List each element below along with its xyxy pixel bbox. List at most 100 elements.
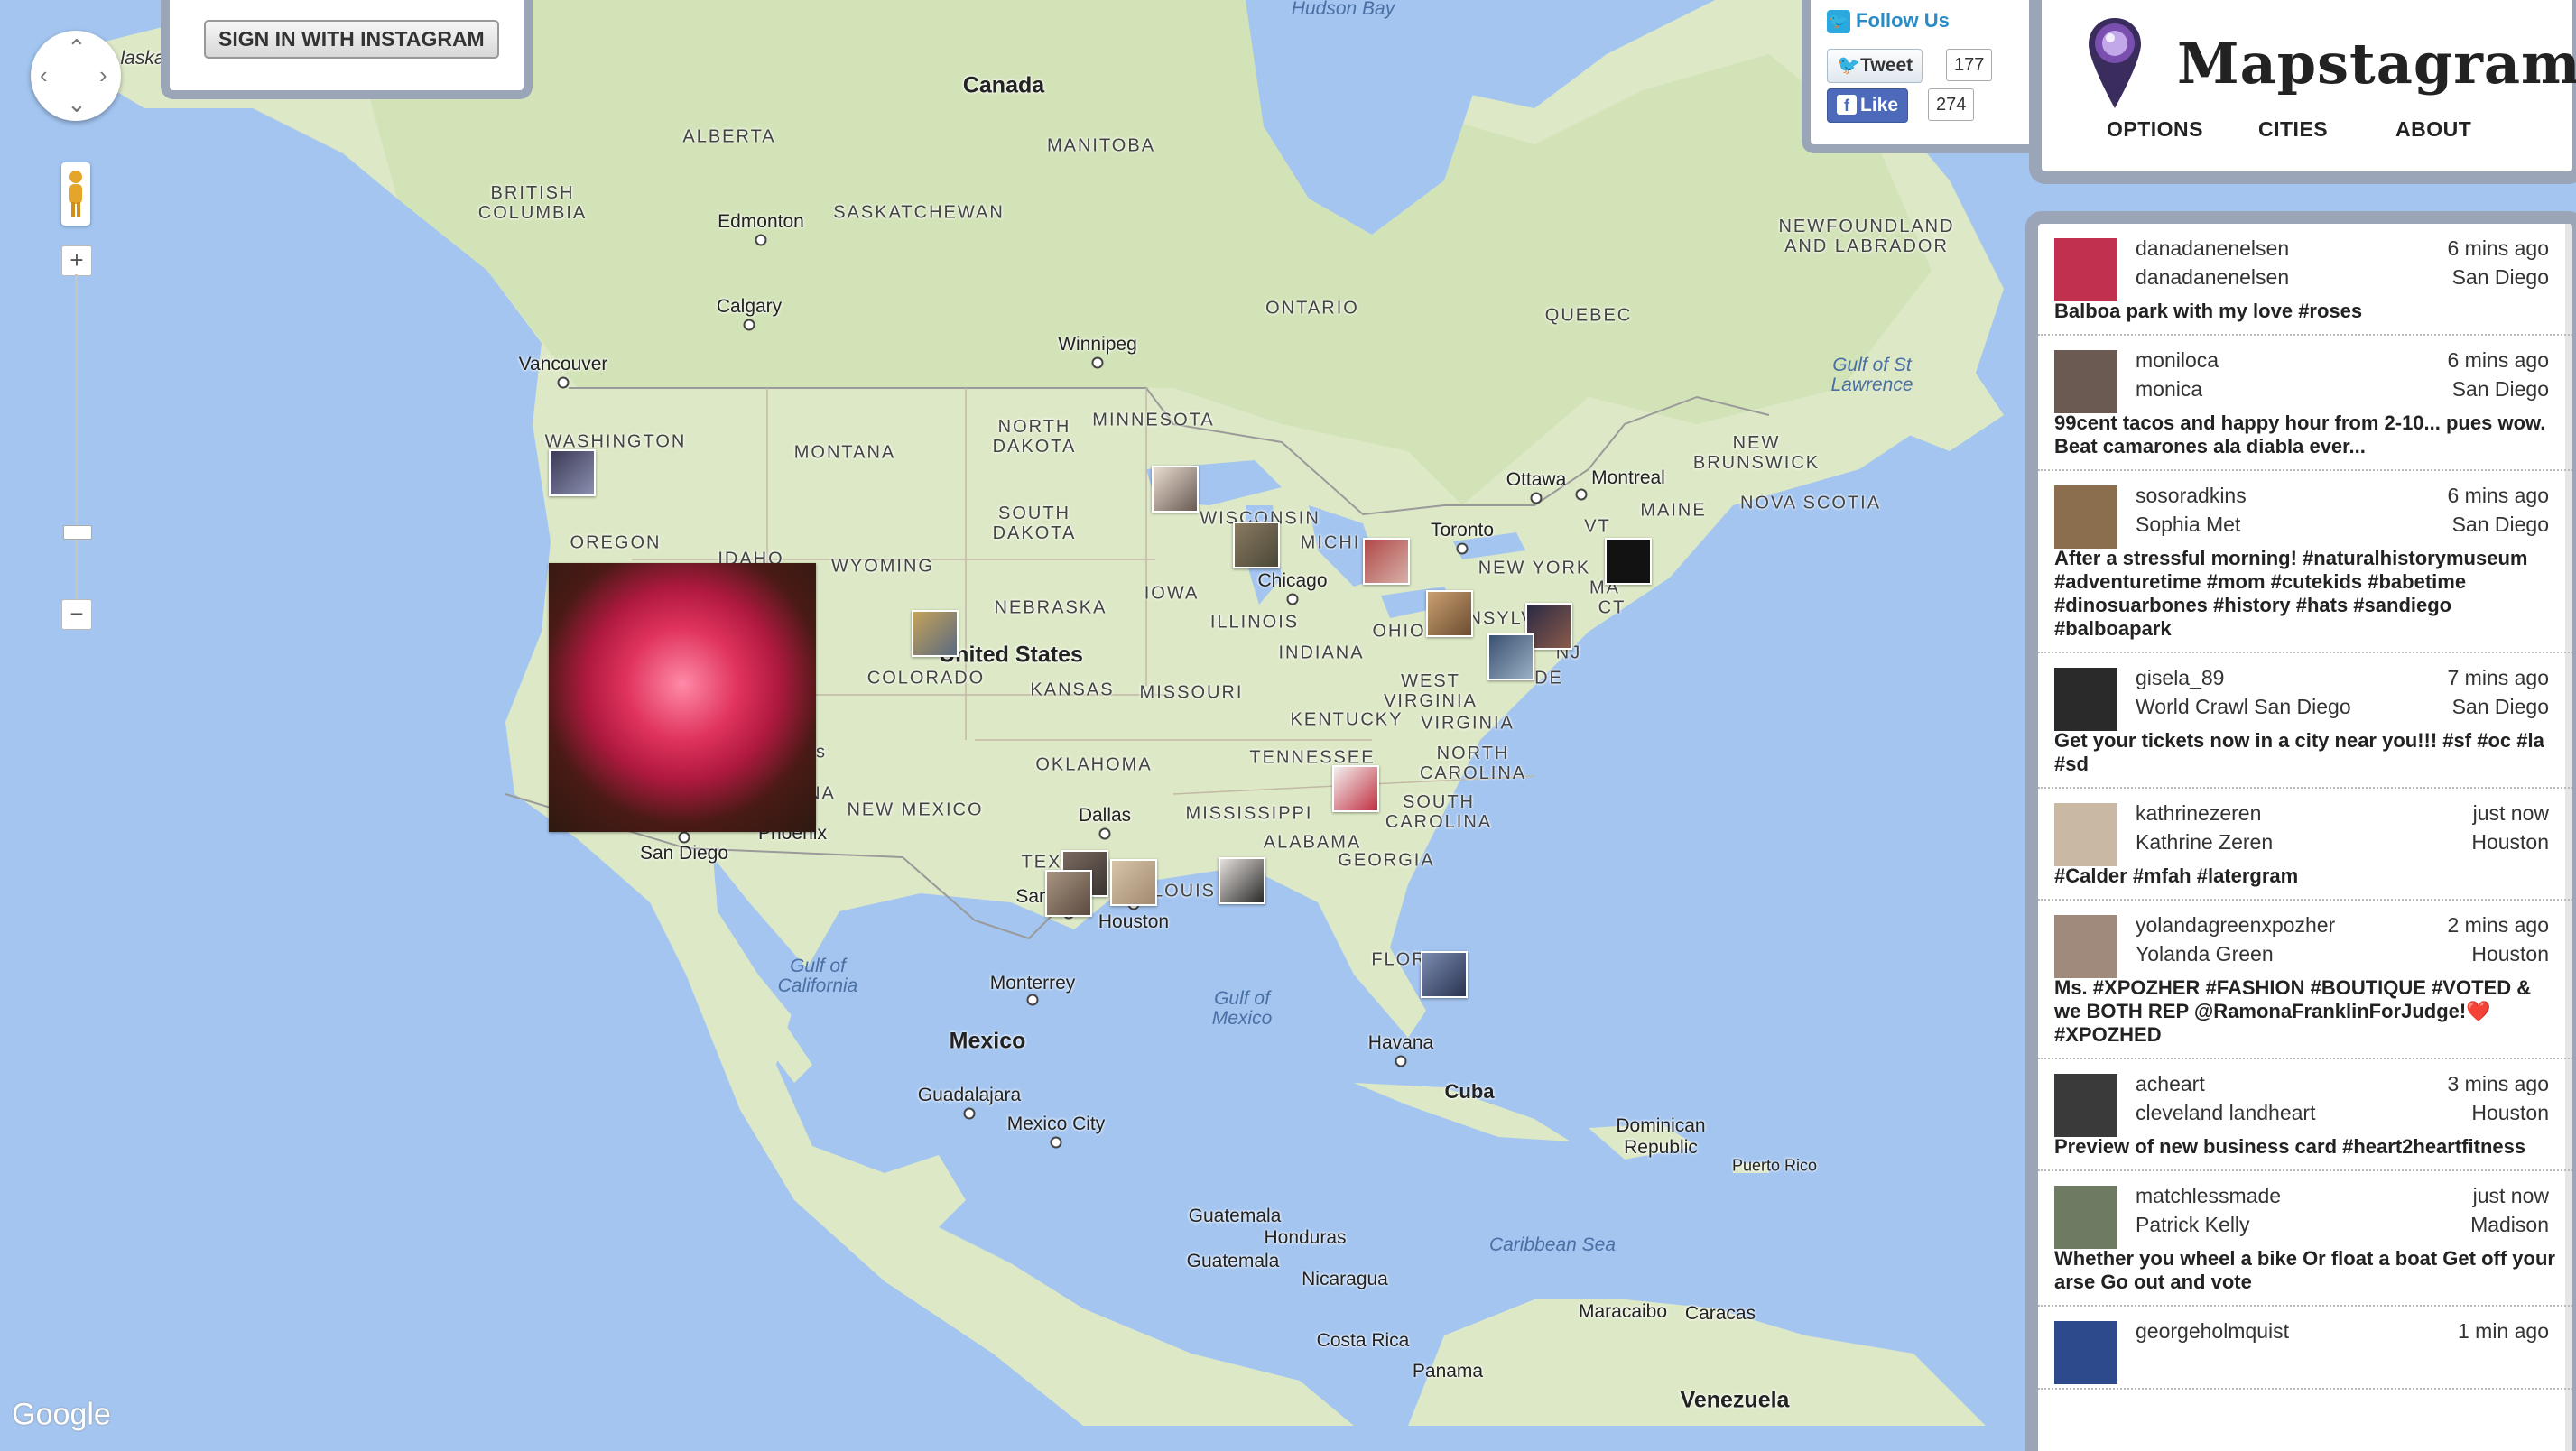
feed-caption: Preview of new business card #heart2hear… [2054, 1135, 2526, 1158]
photo-marker-enlarged[interactable] [549, 563, 816, 832]
city-caracas: Caracas [1684, 1303, 1756, 1324]
nav-cities[interactable]: CITIES [2258, 117, 2328, 142]
city-dot [1050, 1136, 1062, 1149]
zoom-slider-track[interactable] [75, 274, 78, 608]
feed-item[interactable]: georgeholmquist 1 min ago [2038, 1307, 2572, 1390]
zoom-out-button[interactable]: − [61, 599, 92, 630]
label-oklahoma: OKLAHOMA [1035, 754, 1153, 775]
photo-marker[interactable] [1110, 859, 1157, 906]
map-pin-logo-icon [2089, 18, 2141, 108]
label-new-brunswick: NEW BRUNSWICK [1692, 433, 1821, 473]
zoom-slider-thumb[interactable] [63, 525, 92, 540]
label-colorado: COLORADO [866, 668, 986, 689]
like-button[interactable]: f Like [1827, 88, 1909, 123]
label-united-states: United States [939, 642, 1083, 668]
nav-about[interactable]: ABOUT [2395, 117, 2471, 142]
feed-item[interactable]: acheart 3 mins ago cleveland landheart Hous… [2038, 1059, 2572, 1171]
label-oregon: OREGON [570, 532, 662, 553]
photo-marker[interactable] [1605, 538, 1652, 585]
feed-item[interactable]: danadanenelsen 6 mins ago danadanenelsen Sa… [2038, 224, 2572, 336]
feed-city: Madison [2470, 1213, 2549, 1236]
pan-control[interactable]: ⌃ ⌄ ‹ › [31, 31, 121, 121]
feed-city: San Diego [2451, 695, 2549, 718]
photo-marker[interactable] [912, 610, 959, 657]
feed-caption: #Calder #mfah #latergram [2054, 864, 2299, 887]
city-dot [1091, 356, 1104, 369]
sign-in-instagram-button[interactable]: SIGN IN WITH INSTAGRAM [204, 20, 499, 59]
label-nova-scotia: NOVA SCOTIA [1739, 493, 1882, 513]
photo-marker[interactable] [1363, 538, 1410, 585]
app-title: Mapstagram [2177, 31, 2576, 97]
street-view-pegman[interactable] [61, 162, 90, 226]
feed-item[interactable]: moniloca 6 mins ago monica San Diego 99cent … [2038, 336, 2572, 471]
feed-username[interactable]: matchlessmade [2136, 1184, 2281, 1207]
feed-fullname: Kathrine Zeren [2136, 830, 2274, 854]
feed-time: just now [2472, 1184, 2549, 1207]
photo-marker[interactable] [1045, 870, 1092, 917]
photo-marker[interactable] [1219, 857, 1265, 904]
follow-us-label: Follow Us [1856, 9, 1950, 32]
photo-marker[interactable] [1421, 951, 1468, 998]
photo-marker[interactable] [1487, 633, 1534, 680]
zoom-in-button[interactable]: + [61, 245, 92, 276]
city-vancouver: Vancouver [518, 354, 608, 374]
feed-username[interactable]: gisela_89 [2136, 666, 2224, 689]
photo-marker[interactable] [1233, 522, 1280, 568]
feed-item[interactable]: kathrinezeren just now Kathrine Zeren Houst… [2038, 789, 2572, 901]
photo-marker[interactable] [549, 449, 596, 496]
avatar[interactable] [2054, 803, 2117, 866]
follow-us-link[interactable]: 🐦 Follow Us [1827, 9, 1950, 34]
google-attribution: Google [12, 1397, 111, 1432]
feed-username[interactable]: georgeholmquist [2136, 1319, 2289, 1343]
label-s-fragment: s [816, 742, 827, 762]
avatar[interactable] [2054, 1186, 2117, 1249]
photo-marker[interactable] [1426, 590, 1473, 637]
feed-username[interactable]: moniloca [2136, 348, 2219, 372]
city-dot [755, 234, 767, 246]
label-hudson-bay: Hudson Bay [1291, 0, 1395, 19]
label-north-dakota: NORTH DAKOTA [992, 417, 1077, 457]
feed-item[interactable]: gisela_89 7 mins ago World Crawl San Diego… [2038, 653, 2572, 789]
avatar[interactable] [2054, 1074, 2117, 1137]
feed-fullname: monica [2136, 377, 2203, 401]
facebook-icon: f [1837, 95, 1857, 115]
city-dot [1395, 1055, 1407, 1067]
feed-item[interactable]: sosoradkins 6 mins ago Sophia Met San Diego… [2038, 471, 2572, 653]
photo-feed[interactable]: danadanenelsen 6 mins ago danadanenelsen Sa… [2025, 211, 2576, 1451]
feed-item[interactable]: yolandagreenxpozher 2 mins ago Yolanda Gre… [2038, 901, 2572, 1059]
feed-username[interactable]: sosoradkins [2136, 484, 2247, 507]
city-dallas: Dallas [1078, 805, 1132, 826]
feed-username[interactable]: acheart [2136, 1072, 2205, 1095]
feed-username[interactable]: yolandagreenxpozher [2136, 913, 2335, 937]
avatar[interactable] [2054, 238, 2117, 301]
city-houston: Houston [1098, 911, 1170, 932]
label-kansas: KANSAS [1030, 679, 1115, 700]
label-new-mexico: NEW MEXICO [847, 799, 984, 820]
pan-right-icon[interactable]: › [99, 63, 107, 87]
nav-options[interactable]: OPTIONS [2107, 117, 2203, 142]
feed-username[interactable]: kathrinezeren [2136, 801, 2261, 825]
photo-marker[interactable] [1332, 765, 1379, 812]
label-ohio: OHIO [1372, 621, 1426, 642]
avatar[interactable] [2054, 1321, 2117, 1384]
avatar[interactable] [2054, 668, 2117, 731]
avatar[interactable] [2054, 485, 2117, 549]
pan-down-icon[interactable]: ⌄ [67, 92, 87, 116]
pan-up-icon[interactable]: ⌃ [67, 36, 87, 60]
feed-fullname: Sophia Met [2136, 513, 2241, 536]
city-havana: Havana [1367, 1032, 1434, 1053]
social-panel: 🐦 Follow Us 🐦Tweet 177 f Like 274 [1802, 0, 2047, 153]
avatar[interactable] [2054, 915, 2117, 978]
avatar[interactable] [2054, 350, 2117, 413]
pan-left-icon[interactable]: ‹ [40, 63, 48, 87]
tweet-button[interactable]: 🐦Tweet [1827, 49, 1923, 83]
feed-username[interactable]: danadanenelsen [2136, 236, 2289, 260]
city-chicago: Chicago [1257, 570, 1328, 591]
city-dot [1530, 492, 1543, 504]
feed-item[interactable]: matchlessmade just now Patrick Kelly Madiso… [2038, 1171, 2572, 1307]
label-guatemala-country: Guatemala [1188, 1206, 1282, 1226]
photo-marker[interactable] [1152, 466, 1199, 513]
feed-city: Houston [2471, 830, 2549, 854]
brand-panel: Mapstagram OPTIONS CITIES ABOUT [2029, 0, 2576, 184]
feed-caption: Get your tickets now in a city near you!… [2054, 729, 2544, 775]
